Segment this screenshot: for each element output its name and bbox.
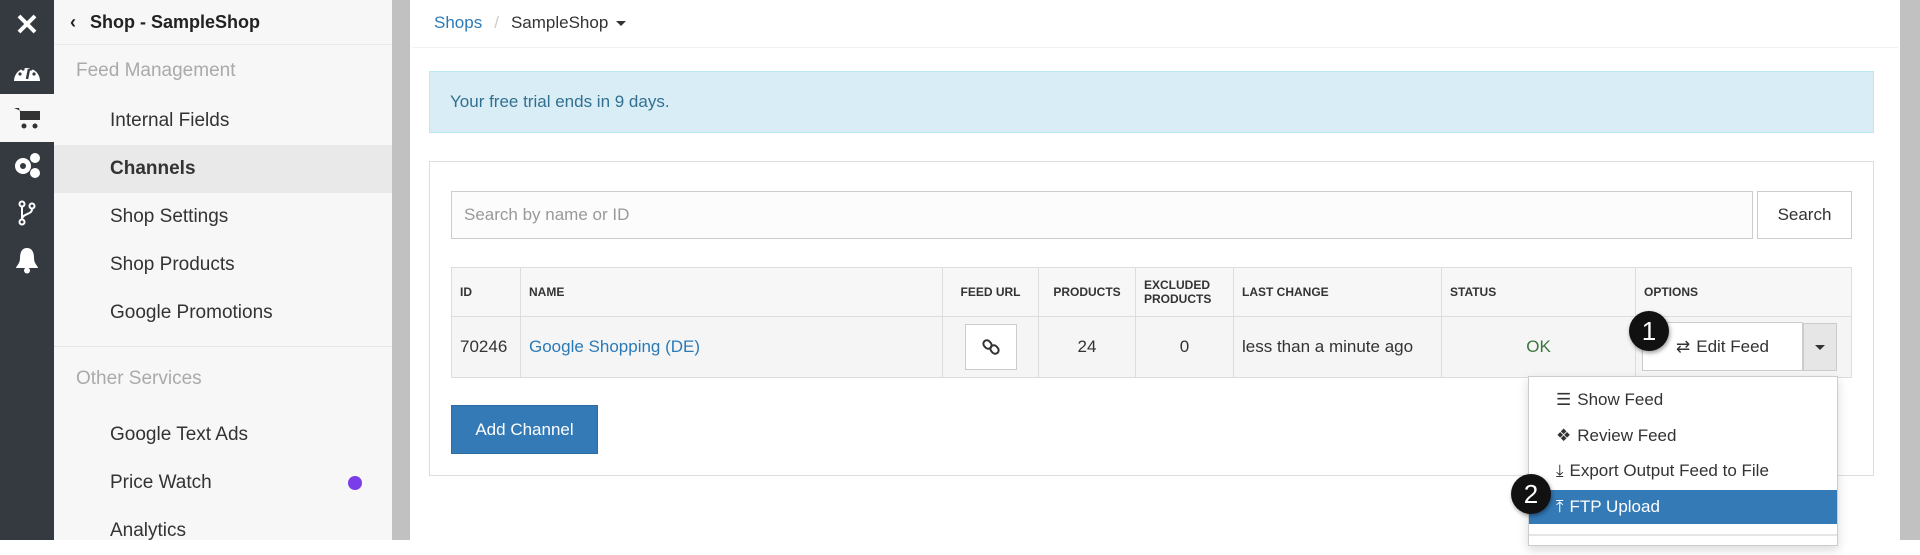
sidebar-scrollbar[interactable] bbox=[392, 0, 410, 540]
col-products: PRODUCTS bbox=[1038, 267, 1136, 317]
step-badge-1: 1 bbox=[1629, 311, 1669, 351]
section-feed-management: Feed Management bbox=[76, 60, 236, 81]
col-excluded-products: EXCLUDED PRODUCTS bbox=[1135, 267, 1234, 317]
col-status: STATUS bbox=[1441, 267, 1636, 317]
bell-icon[interactable] bbox=[0, 236, 54, 284]
page-scrollbar[interactable] bbox=[1900, 0, 1920, 540]
cell-name: Google Shopping (DE) bbox=[520, 316, 943, 378]
branch-icon[interactable] bbox=[0, 189, 54, 237]
menu-item-review-feed[interactable]: ❖ Review Feed bbox=[1529, 419, 1837, 453]
dashboard-icon[interactable] bbox=[0, 48, 54, 96]
table-header-row: ID NAME FEED URL PRODUCTS EXCLUDED PRODU… bbox=[451, 267, 1852, 317]
menu-item-show-feed[interactable]: ☰ Show Feed bbox=[1529, 383, 1837, 417]
col-last-change: LAST CHANGE bbox=[1233, 267, 1442, 317]
menu-item-label: Export Output Feed to File bbox=[1569, 461, 1769, 480]
col-feed-url: FEED URL bbox=[942, 267, 1039, 317]
add-channel-button[interactable]: Add Channel bbox=[451, 405, 598, 454]
search-button[interactable]: Search bbox=[1757, 191, 1852, 239]
feed-url-button[interactable] bbox=[964, 324, 1017, 370]
sidebar: ‹ Shop - SampleShop Feed Management Inter… bbox=[54, 0, 392, 541]
cell-excluded: 0 bbox=[1135, 316, 1234, 378]
caret-down-icon bbox=[616, 21, 627, 27]
shop-selector-label: SampleShop bbox=[510, 13, 609, 32]
col-options: OPTIONS bbox=[1635, 267, 1852, 317]
options-dropdown-toggle[interactable] bbox=[1803, 323, 1837, 371]
menu-item-ftp-upload[interactable]: ⤒ FTP Upload bbox=[1529, 490, 1837, 524]
sidebar-item-internal-fields[interactable]: Internal Fields bbox=[54, 97, 392, 145]
breadcrumb-separator: / bbox=[494, 13, 499, 32]
list-icon: ☰ bbox=[1556, 390, 1572, 409]
header-divider bbox=[412, 47, 1898, 48]
chevron-left-icon: ‹ bbox=[70, 11, 76, 32]
sidebar-item-channels[interactable]: Channels bbox=[54, 145, 392, 193]
channel-link[interactable]: Google Shopping (DE) bbox=[529, 337, 700, 356]
sidebar-title: Shop - SampleShop bbox=[90, 11, 261, 32]
step-badge-2: 2 bbox=[1511, 474, 1551, 514]
breadcrumb: Shops / SampleShop bbox=[434, 10, 627, 36]
cell-status: OK bbox=[1441, 316, 1636, 378]
sidebar-item-shop-settings[interactable]: Shop Settings bbox=[54, 193, 392, 241]
cogs-icon[interactable] bbox=[0, 141, 54, 189]
sidebar-item-google-text-ads[interactable]: Google Text Ads bbox=[54, 411, 392, 459]
upload-icon: ⤒ bbox=[1556, 497, 1564, 516]
icon-rail bbox=[0, 0, 54, 540]
link-icon bbox=[981, 339, 1000, 355]
crosshair-icon: ❖ bbox=[1556, 426, 1572, 445]
menu-item-export-feed[interactable]: ⤓ Export Output Feed to File bbox=[1529, 454, 1837, 488]
notification-dot bbox=[348, 476, 362, 490]
options-dropdown-menu: ☰ Show Feed ❖ Review Feed ⤓ Export Output F… bbox=[1528, 376, 1838, 546]
close-icon[interactable] bbox=[0, 0, 54, 48]
section-other-services: Other Services bbox=[76, 368, 202, 389]
sidebar-item-shop-products[interactable]: Shop Products bbox=[54, 241, 392, 289]
menu-divider bbox=[1529, 534, 1837, 536]
sidebar-item-analytics[interactable]: Analytics bbox=[54, 507, 392, 555]
shop-selector[interactable]: SampleShop bbox=[510, 13, 627, 33]
col-id: ID bbox=[451, 267, 521, 317]
edit-feed-label: Edit Feed bbox=[1696, 336, 1769, 356]
menu-item-label: FTP Upload bbox=[1569, 497, 1660, 516]
sidebar-back-header[interactable]: ‹ Shop - SampleShop bbox=[54, 0, 392, 45]
download-icon: ⤓ bbox=[1556, 461, 1564, 480]
breadcrumb-shops-link[interactable]: Shops bbox=[434, 13, 482, 33]
caret-down-icon bbox=[1815, 344, 1825, 350]
cell-id: 70246 bbox=[451, 316, 521, 378]
menu-item-label: Review Feed bbox=[1577, 426, 1677, 445]
sidebar-item-price-watch[interactable]: Price Watch bbox=[54, 459, 392, 507]
search-input[interactable] bbox=[451, 191, 1753, 239]
sidebar-item-google-promotions[interactable]: Google Promotions bbox=[54, 289, 392, 337]
sidebar-item-label: Price Watch bbox=[110, 472, 212, 493]
cell-products: 24 bbox=[1038, 316, 1136, 378]
cell-feed-url bbox=[942, 316, 1039, 378]
col-name: NAME bbox=[520, 267, 943, 317]
cart-icon[interactable] bbox=[0, 94, 54, 142]
menu-item-label: Show Feed bbox=[1577, 390, 1664, 409]
shuffle-icon: ⇄ bbox=[1675, 336, 1691, 356]
trial-alert: Your free trial ends in 9 days. bbox=[429, 71, 1874, 133]
cell-last-change: less than a minute ago bbox=[1233, 316, 1442, 378]
